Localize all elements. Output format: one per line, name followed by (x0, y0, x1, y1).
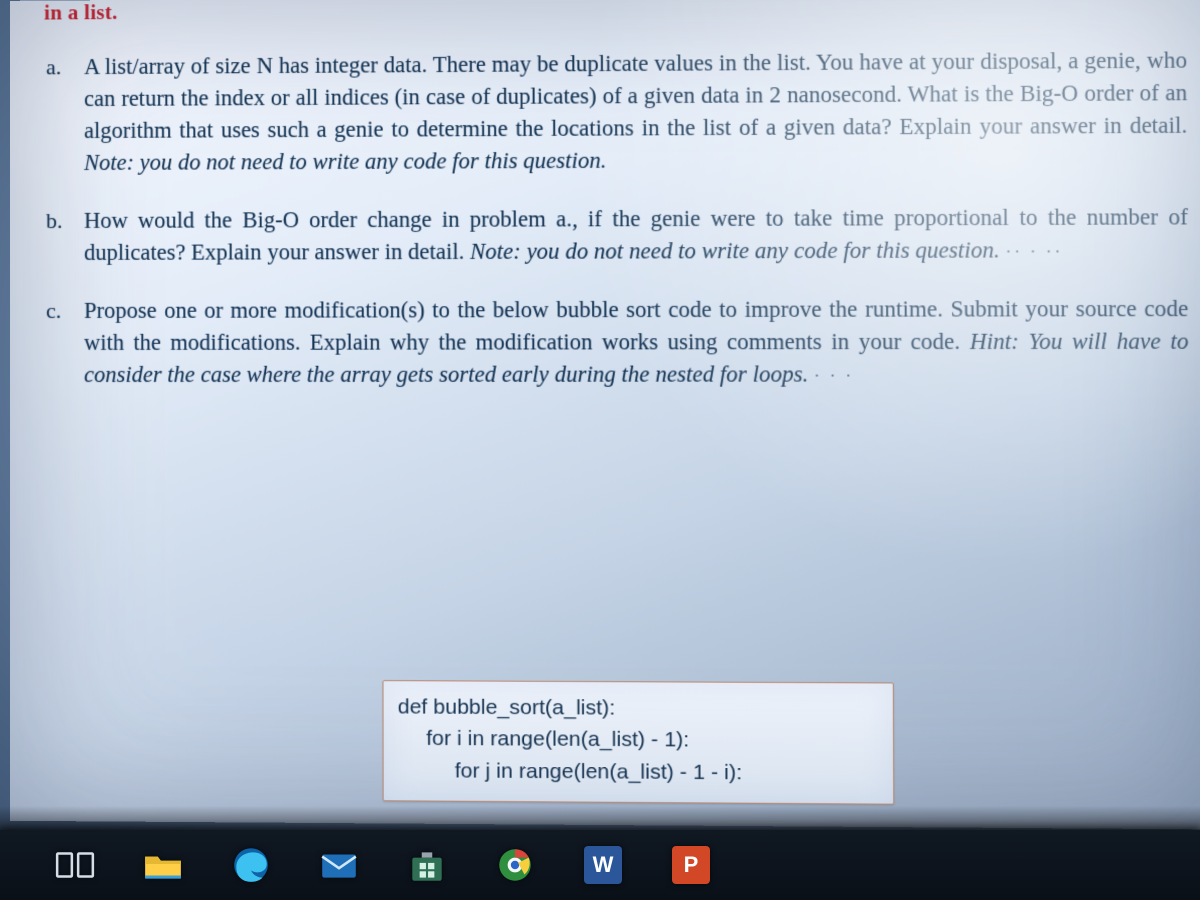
windows-taskbar: W P (0, 830, 1200, 900)
question-a-body: A list/array of size N has integer data.… (84, 47, 1187, 143)
question-a: a. A list/array of size N has integer da… (84, 44, 1188, 178)
question-a-note: Note: you do not need to write any code … (84, 147, 607, 174)
word-icon[interactable]: W (582, 844, 624, 886)
powerpoint-tile: P (672, 846, 710, 884)
task-view-icon[interactable] (54, 844, 96, 886)
edge-icon[interactable] (230, 844, 272, 886)
question-c-marker: c. (46, 295, 61, 326)
mail-icon[interactable] (318, 844, 360, 886)
question-b: b. How would the Big-O order change in p… (84, 201, 1188, 269)
question-c: c. Propose one or more modification(s) t… (84, 292, 1189, 390)
question-list: a. A list/array of size N has integer da… (38, 44, 1195, 390)
browser-icon[interactable] (494, 844, 536, 886)
powerpoint-icon[interactable]: P (670, 844, 712, 886)
code-snippet-box: def bubble_sort(a_list): for i in range(… (382, 680, 894, 805)
question-b-note: Note: you do not need to write any code … (470, 237, 1000, 264)
file-explorer-icon[interactable] (142, 844, 184, 886)
store-icon[interactable] (406, 844, 448, 886)
word-tile: W (584, 846, 622, 884)
code-line-1: def bubble_sort(a_list): (398, 691, 879, 725)
question-b-marker: b. (46, 205, 63, 236)
word-letter: W (593, 852, 614, 878)
question-a-marker: a. (46, 51, 61, 82)
powerpoint-letter: P (684, 852, 699, 878)
code-line-2: for i in range(len(a_list) - 1): (398, 723, 879, 758)
partial-heading: in a list. (44, 0, 1193, 25)
artifact-dots-2: · · · (814, 368, 854, 385)
artifact-dots: ·· · ·· (1006, 244, 1064, 261)
document-viewport: in a list. a. A list/array of size N has… (10, 0, 1200, 830)
code-line-3: for j in range(len(a_list) - 1 - i): (398, 754, 879, 789)
photo-of-screen: in a list. a. A list/array of size N has… (0, 0, 1200, 900)
monitor: in a list. a. A list/array of size N has… (0, 0, 1200, 830)
